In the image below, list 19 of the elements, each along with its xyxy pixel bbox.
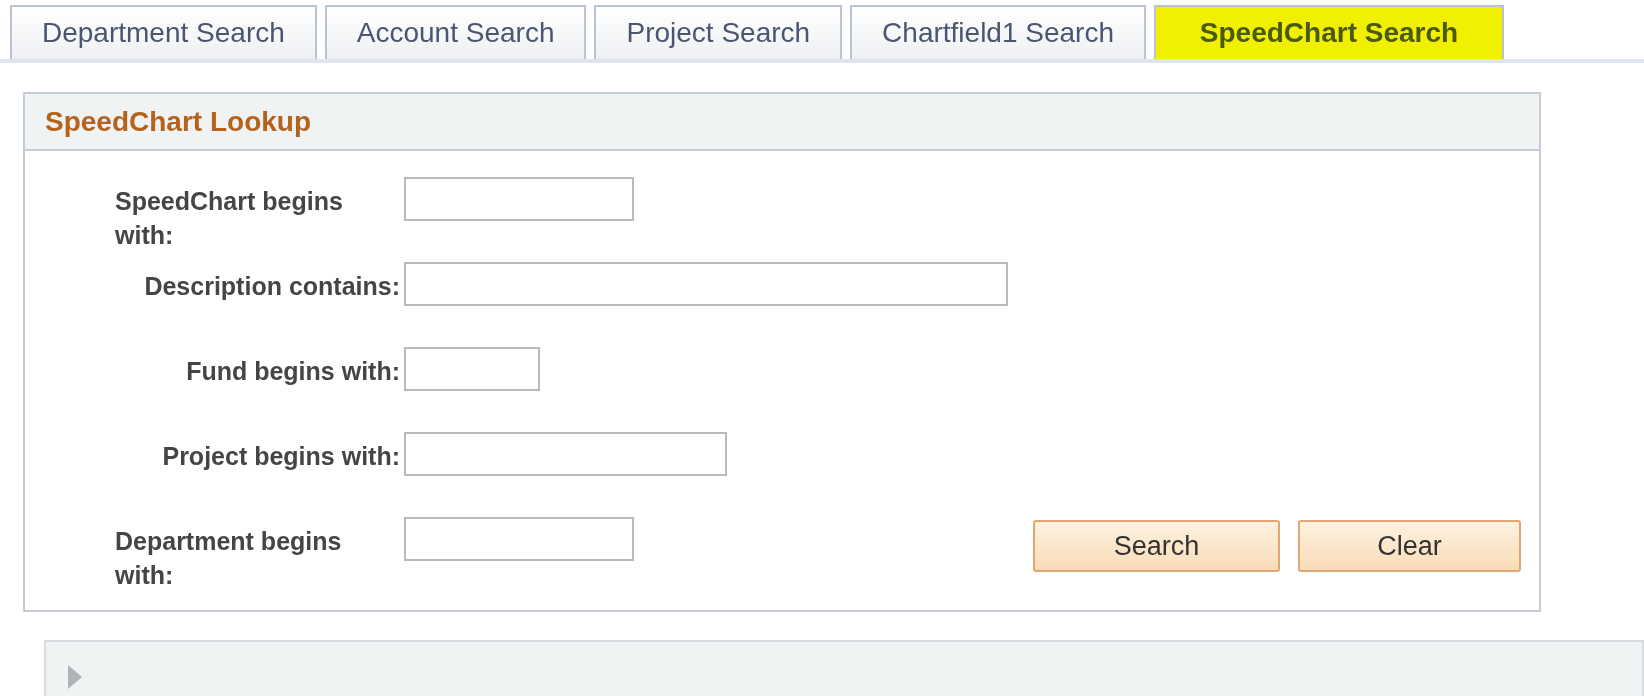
input-field[interactable] — [404, 262, 1008, 306]
input-field[interactable] — [404, 347, 540, 391]
field-label: Department begins with: — [115, 526, 343, 591]
search-button[interactable]: Search — [1033, 520, 1280, 572]
tab[interactable]: Chartfield1 Search — [850, 5, 1146, 59]
expand-icon[interactable] — [66, 663, 84, 691]
tab[interactable]: Project Search — [594, 5, 843, 59]
tab[interactable]: Department Search — [10, 5, 317, 59]
field-label: SpeedChart begins with: — [115, 186, 344, 251]
field-label: Fund begins with: — [186, 356, 400, 387]
tab[interactable]: Account Search — [324, 5, 587, 59]
panel-title: SpeedChart Lookup — [45, 105, 311, 138]
input-field[interactable] — [404, 517, 634, 561]
input-field[interactable] — [404, 177, 634, 221]
tab[interactable]: SpeedChart Search — [1154, 5, 1504, 59]
clear-button[interactable]: Clear — [1298, 520, 1521, 572]
input-field[interactable] — [404, 432, 727, 476]
field-label: Project begins with: — [162, 441, 400, 472]
field-label: Description contains: — [144, 271, 400, 302]
